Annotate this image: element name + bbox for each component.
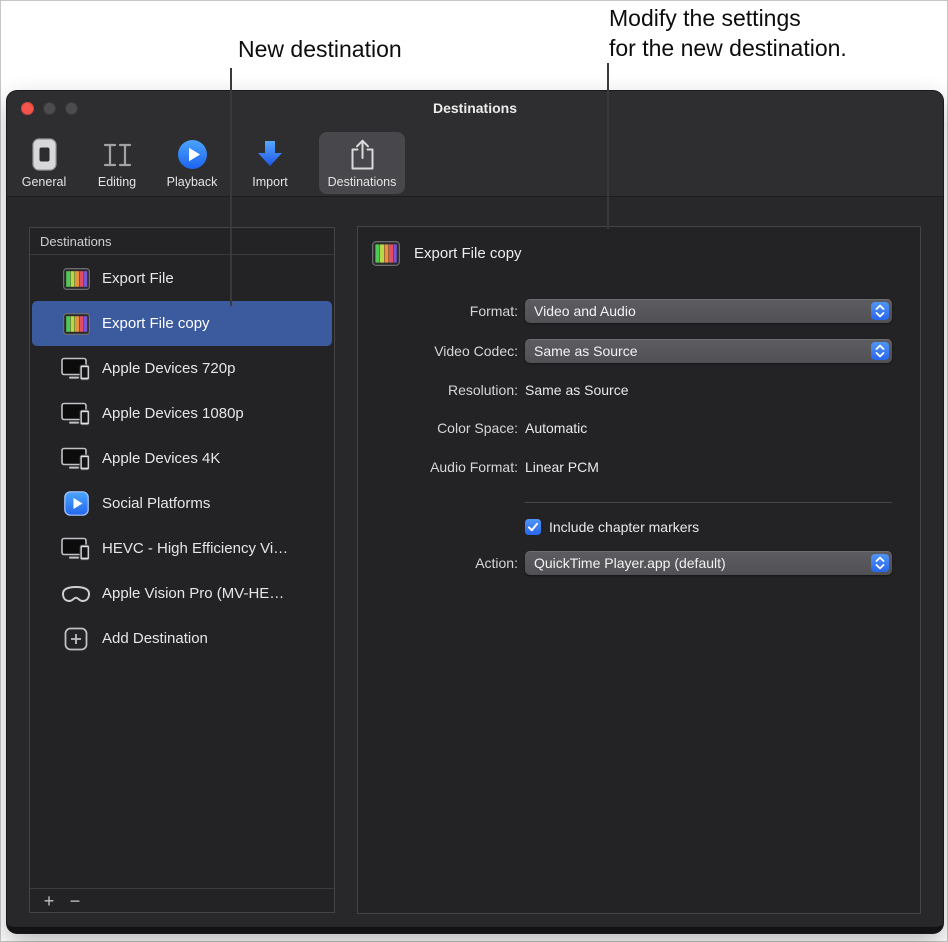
toolbar-tab-playback[interactable]: Playback	[158, 132, 226, 194]
screenshot-root: New destination Modify the settings for …	[0, 0, 948, 942]
format-popup[interactable]: Video and Audio	[525, 299, 892, 323]
import-icon	[255, 136, 285, 173]
callout-line-right	[607, 63, 609, 229]
sidebar-item-export-file[interactable]: Export File	[32, 256, 332, 301]
popup-stepper-icon	[871, 342, 889, 360]
sidebar-item-label: Apple Vision Pro (MV-HE…	[102, 585, 284, 602]
action-label: Action:	[358, 551, 518, 575]
action-row: Action: QuickTime Player.app (default)	[358, 551, 920, 575]
callout-line-left	[230, 68, 232, 306]
destination-detail-panel: Export File copy Format: Video and Audio	[357, 226, 921, 914]
toolbar-tab-general[interactable]: General	[15, 132, 73, 194]
annotation-modify-line2: for the new destination.	[609, 33, 847, 63]
content-area: Destinations	[7, 198, 943, 927]
resolution-value: Same as Source	[525, 381, 629, 400]
sidebar-item-label: HEVC - High Efficiency Vi…	[102, 540, 288, 557]
color-space-label: Color Space:	[358, 419, 518, 438]
sidebar-item-label: Export File copy	[102, 315, 210, 332]
video-codec-popup[interactable]: Same as Source	[525, 339, 892, 363]
popup-stepper-icon	[871, 302, 889, 320]
detail-header: Export File copy	[372, 241, 522, 266]
include-chapter-markers-label: Include chapter markers	[549, 519, 699, 535]
social-platforms-icon	[58, 491, 94, 516]
include-chapter-markers-row: Include chapter markers	[525, 516, 699, 538]
color-space-row: Color Space: Automatic	[358, 419, 920, 438]
add-destination-icon	[58, 627, 94, 651]
destinations-list: Export File	[30, 256, 334, 887]
toolbar-label-import: Import	[252, 175, 287, 189]
sidebar-item-label: Apple Devices 720p	[102, 360, 235, 377]
format-value: Video and Audio	[534, 303, 636, 319]
filmstrip-icon	[372, 241, 400, 266]
filmstrip-icon	[58, 268, 94, 290]
audio-format-row: Audio Format: Linear PCM	[358, 458, 920, 477]
annotation-new-destination: New destination	[238, 34, 402, 64]
apple-devices-icon	[58, 402, 94, 426]
titlebar: Destinations	[7, 91, 943, 127]
add-destination-button[interactable]: +	[36, 890, 62, 912]
preferences-toolbar: General Editing	[7, 127, 943, 197]
general-icon	[32, 136, 57, 173]
format-row: Format: Video and Audio	[358, 299, 920, 323]
sidebar-item-export-file-copy[interactable]: Export File copy	[32, 301, 332, 346]
apple-devices-icon	[58, 357, 94, 381]
sidebar-item-label: Apple Devices 1080p	[102, 405, 244, 422]
sidebar-item-label: Add Destination	[102, 630, 208, 647]
destinations-sidebar: Destinations	[29, 227, 335, 913]
annotation-modify-line1: Modify the settings	[609, 3, 847, 33]
action-popup[interactable]: QuickTime Player.app (default)	[525, 551, 892, 575]
format-label: Format:	[358, 299, 518, 323]
filmstrip-icon	[58, 313, 94, 335]
toolbar-tab-import[interactable]: Import	[241, 132, 299, 194]
apple-devices-icon	[58, 537, 94, 561]
destinations-preferences-window: Destinations General	[7, 91, 943, 933]
toolbar-tab-editing[interactable]: Editing	[85, 132, 149, 194]
window-title: Destinations	[7, 100, 943, 116]
color-space-value: Automatic	[525, 419, 587, 438]
sidebar-item-hevc[interactable]: HEVC - High Efficiency Vi…	[32, 526, 332, 571]
popup-stepper-icon	[871, 554, 889, 572]
sidebar-item-apple-devices-4k[interactable]: Apple Devices 4K	[32, 436, 332, 481]
resolution-row: Resolution: Same as Source	[358, 381, 920, 400]
editing-icon	[99, 136, 135, 173]
video-codec-row: Video Codec: Same as Source	[358, 339, 920, 363]
video-codec-value: Same as Source	[534, 343, 638, 359]
sidebar-item-label: Social Platforms	[102, 495, 210, 512]
sidebar-item-apple-devices-1080p[interactable]: Apple Devices 1080p	[32, 391, 332, 436]
sidebar-footer: + −	[30, 888, 334, 912]
toolbar-label-general: General	[22, 175, 66, 189]
toolbar-tab-destinations[interactable]: Destinations	[319, 132, 405, 194]
resolution-label: Resolution:	[358, 381, 518, 400]
toolbar-label-destinations: Destinations	[328, 175, 397, 189]
annotation-modify-settings: Modify the settings for the new destinat…	[609, 3, 847, 63]
toolbar-label-playback: Playback	[167, 175, 218, 189]
sidebar-item-add-destination[interactable]: Add Destination	[32, 616, 332, 661]
sidebar-item-label: Export File	[102, 270, 174, 287]
video-codec-label: Video Codec:	[358, 339, 518, 363]
sidebar-item-apple-vision-pro[interactable]: Apple Vision Pro (MV-HE…	[32, 571, 332, 616]
sidebar-item-social-platforms[interactable]: Social Platforms	[32, 481, 332, 526]
toolbar-label-editing: Editing	[98, 175, 136, 189]
action-value: QuickTime Player.app (default)	[534, 555, 726, 571]
include-chapter-markers-checkbox[interactable]	[525, 519, 541, 535]
sidebar-item-label: Apple Devices 4K	[102, 450, 220, 467]
share-icon	[348, 136, 377, 173]
remove-destination-button[interactable]: −	[62, 890, 88, 912]
sidebar-header: Destinations	[30, 228, 334, 255]
apple-devices-icon	[58, 447, 94, 471]
section-divider	[525, 502, 892, 503]
playback-icon	[177, 136, 208, 173]
detail-title: Export File copy	[414, 245, 522, 262]
audio-format-label: Audio Format:	[358, 458, 518, 477]
sidebar-item-apple-devices-720p[interactable]: Apple Devices 720p	[32, 346, 332, 391]
vision-pro-icon	[58, 584, 94, 604]
audio-format-value: Linear PCM	[525, 458, 599, 477]
